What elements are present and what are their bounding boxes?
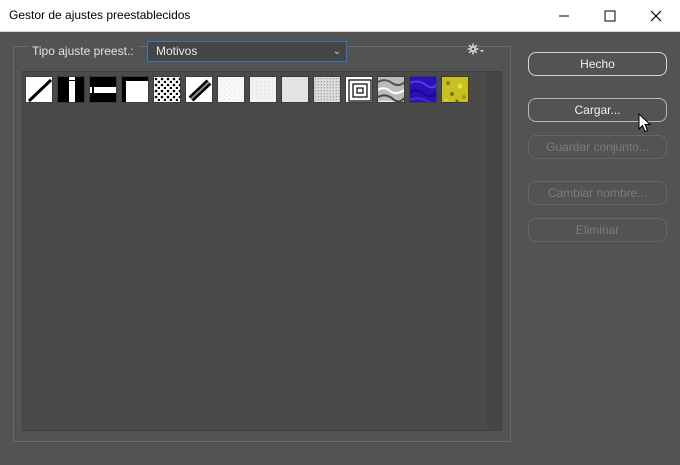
pattern-swatch-5[interactable] xyxy=(153,76,181,103)
horizontal-bar-pattern-icon xyxy=(90,77,116,102)
save-set-button[interactable]: Guardar conjunto... xyxy=(528,135,667,159)
light-noise-pattern-2-icon xyxy=(250,77,276,102)
maximize-icon xyxy=(604,10,616,21)
pattern-swatch-12[interactable] xyxy=(377,76,405,103)
vertical-bar-pattern-icon xyxy=(58,77,84,102)
pattern-swatch-11[interactable] xyxy=(345,76,373,103)
window-title: Gestor de ajustes preestablecidos xyxy=(9,8,191,22)
pattern-swatch-1[interactable] xyxy=(25,76,53,103)
pattern-swatch-2[interactable] xyxy=(57,76,85,103)
concentric-squares-pattern-icon xyxy=(346,77,372,102)
diagonal-block-pattern-icon xyxy=(186,77,212,102)
blue-texture-pattern-icon xyxy=(410,77,436,102)
diagonal-line-pattern-icon xyxy=(26,77,52,102)
maximize-button[interactable] xyxy=(587,0,633,31)
gear-icon[interactable] xyxy=(467,43,485,57)
pattern-swatch-4[interactable] xyxy=(121,76,149,103)
dots-pattern-icon xyxy=(154,77,180,102)
pattern-swatch-10[interactable] xyxy=(313,76,341,103)
corner-pattern-icon xyxy=(122,77,148,102)
marble-pattern-icon xyxy=(378,77,404,102)
close-button[interactable] xyxy=(633,0,679,31)
pattern-swatch-7[interactable] xyxy=(217,76,245,103)
preset-type-value: Motivos xyxy=(156,44,198,58)
done-button[interactable]: Hecho xyxy=(528,52,667,76)
title-bar: Gestor de ajustes preestablecidos xyxy=(0,0,680,32)
minimize-icon xyxy=(559,15,569,16)
preset-type-label: Tipo ajuste preest.: xyxy=(28,44,138,58)
preset-list-panel[interactable] xyxy=(22,71,502,431)
vertical-scrollbar[interactable] xyxy=(487,72,501,430)
close-icon xyxy=(650,10,662,21)
yellow-texture-pattern-icon xyxy=(442,77,468,102)
chevron-down-icon: ⌄ xyxy=(332,46,341,57)
rename-button[interactable]: Cambiar nombre... xyxy=(528,181,667,205)
preset-type-select[interactable]: Motivos ⌄ xyxy=(147,41,347,62)
pattern-swatch-8[interactable] xyxy=(249,76,277,103)
pattern-swatch-13[interactable] xyxy=(409,76,437,103)
delete-button[interactable]: Eliminar xyxy=(528,218,667,242)
pattern-swatch-9[interactable] xyxy=(281,76,309,103)
pattern-swatch-6[interactable] xyxy=(185,76,213,103)
minimize-button[interactable] xyxy=(541,0,587,31)
mouse-cursor-icon xyxy=(638,113,652,133)
gray-noise-pattern-icon xyxy=(282,77,308,102)
pattern-swatch-3[interactable] xyxy=(89,76,117,103)
gray-grain-pattern-icon xyxy=(314,77,340,102)
light-noise-pattern-icon xyxy=(218,77,244,102)
pattern-swatch-14[interactable] xyxy=(441,76,469,103)
